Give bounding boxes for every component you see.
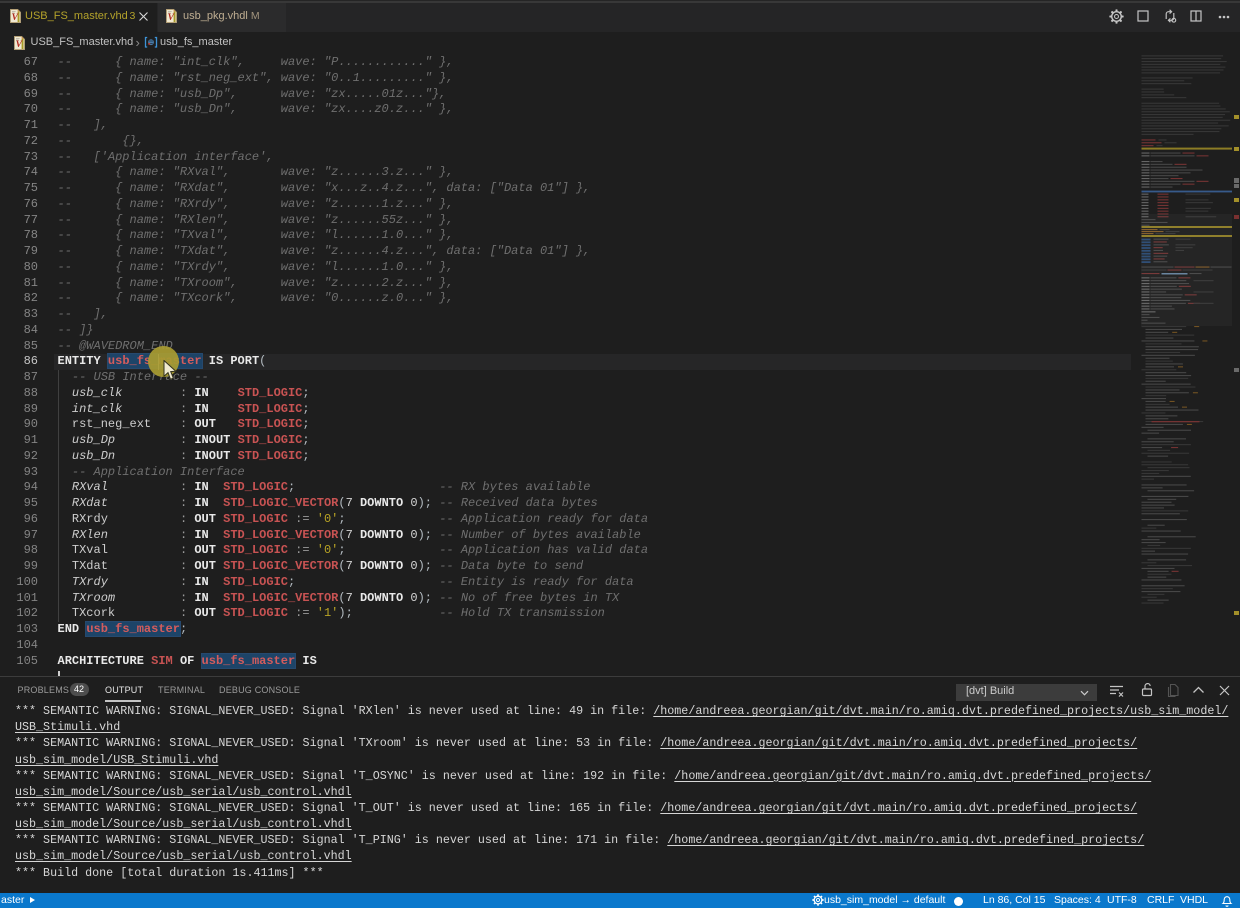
svg-text:V: V <box>168 13 175 23</box>
svg-text:V: V <box>11 13 18 23</box>
svg-text:V: V <box>16 40 23 50</box>
